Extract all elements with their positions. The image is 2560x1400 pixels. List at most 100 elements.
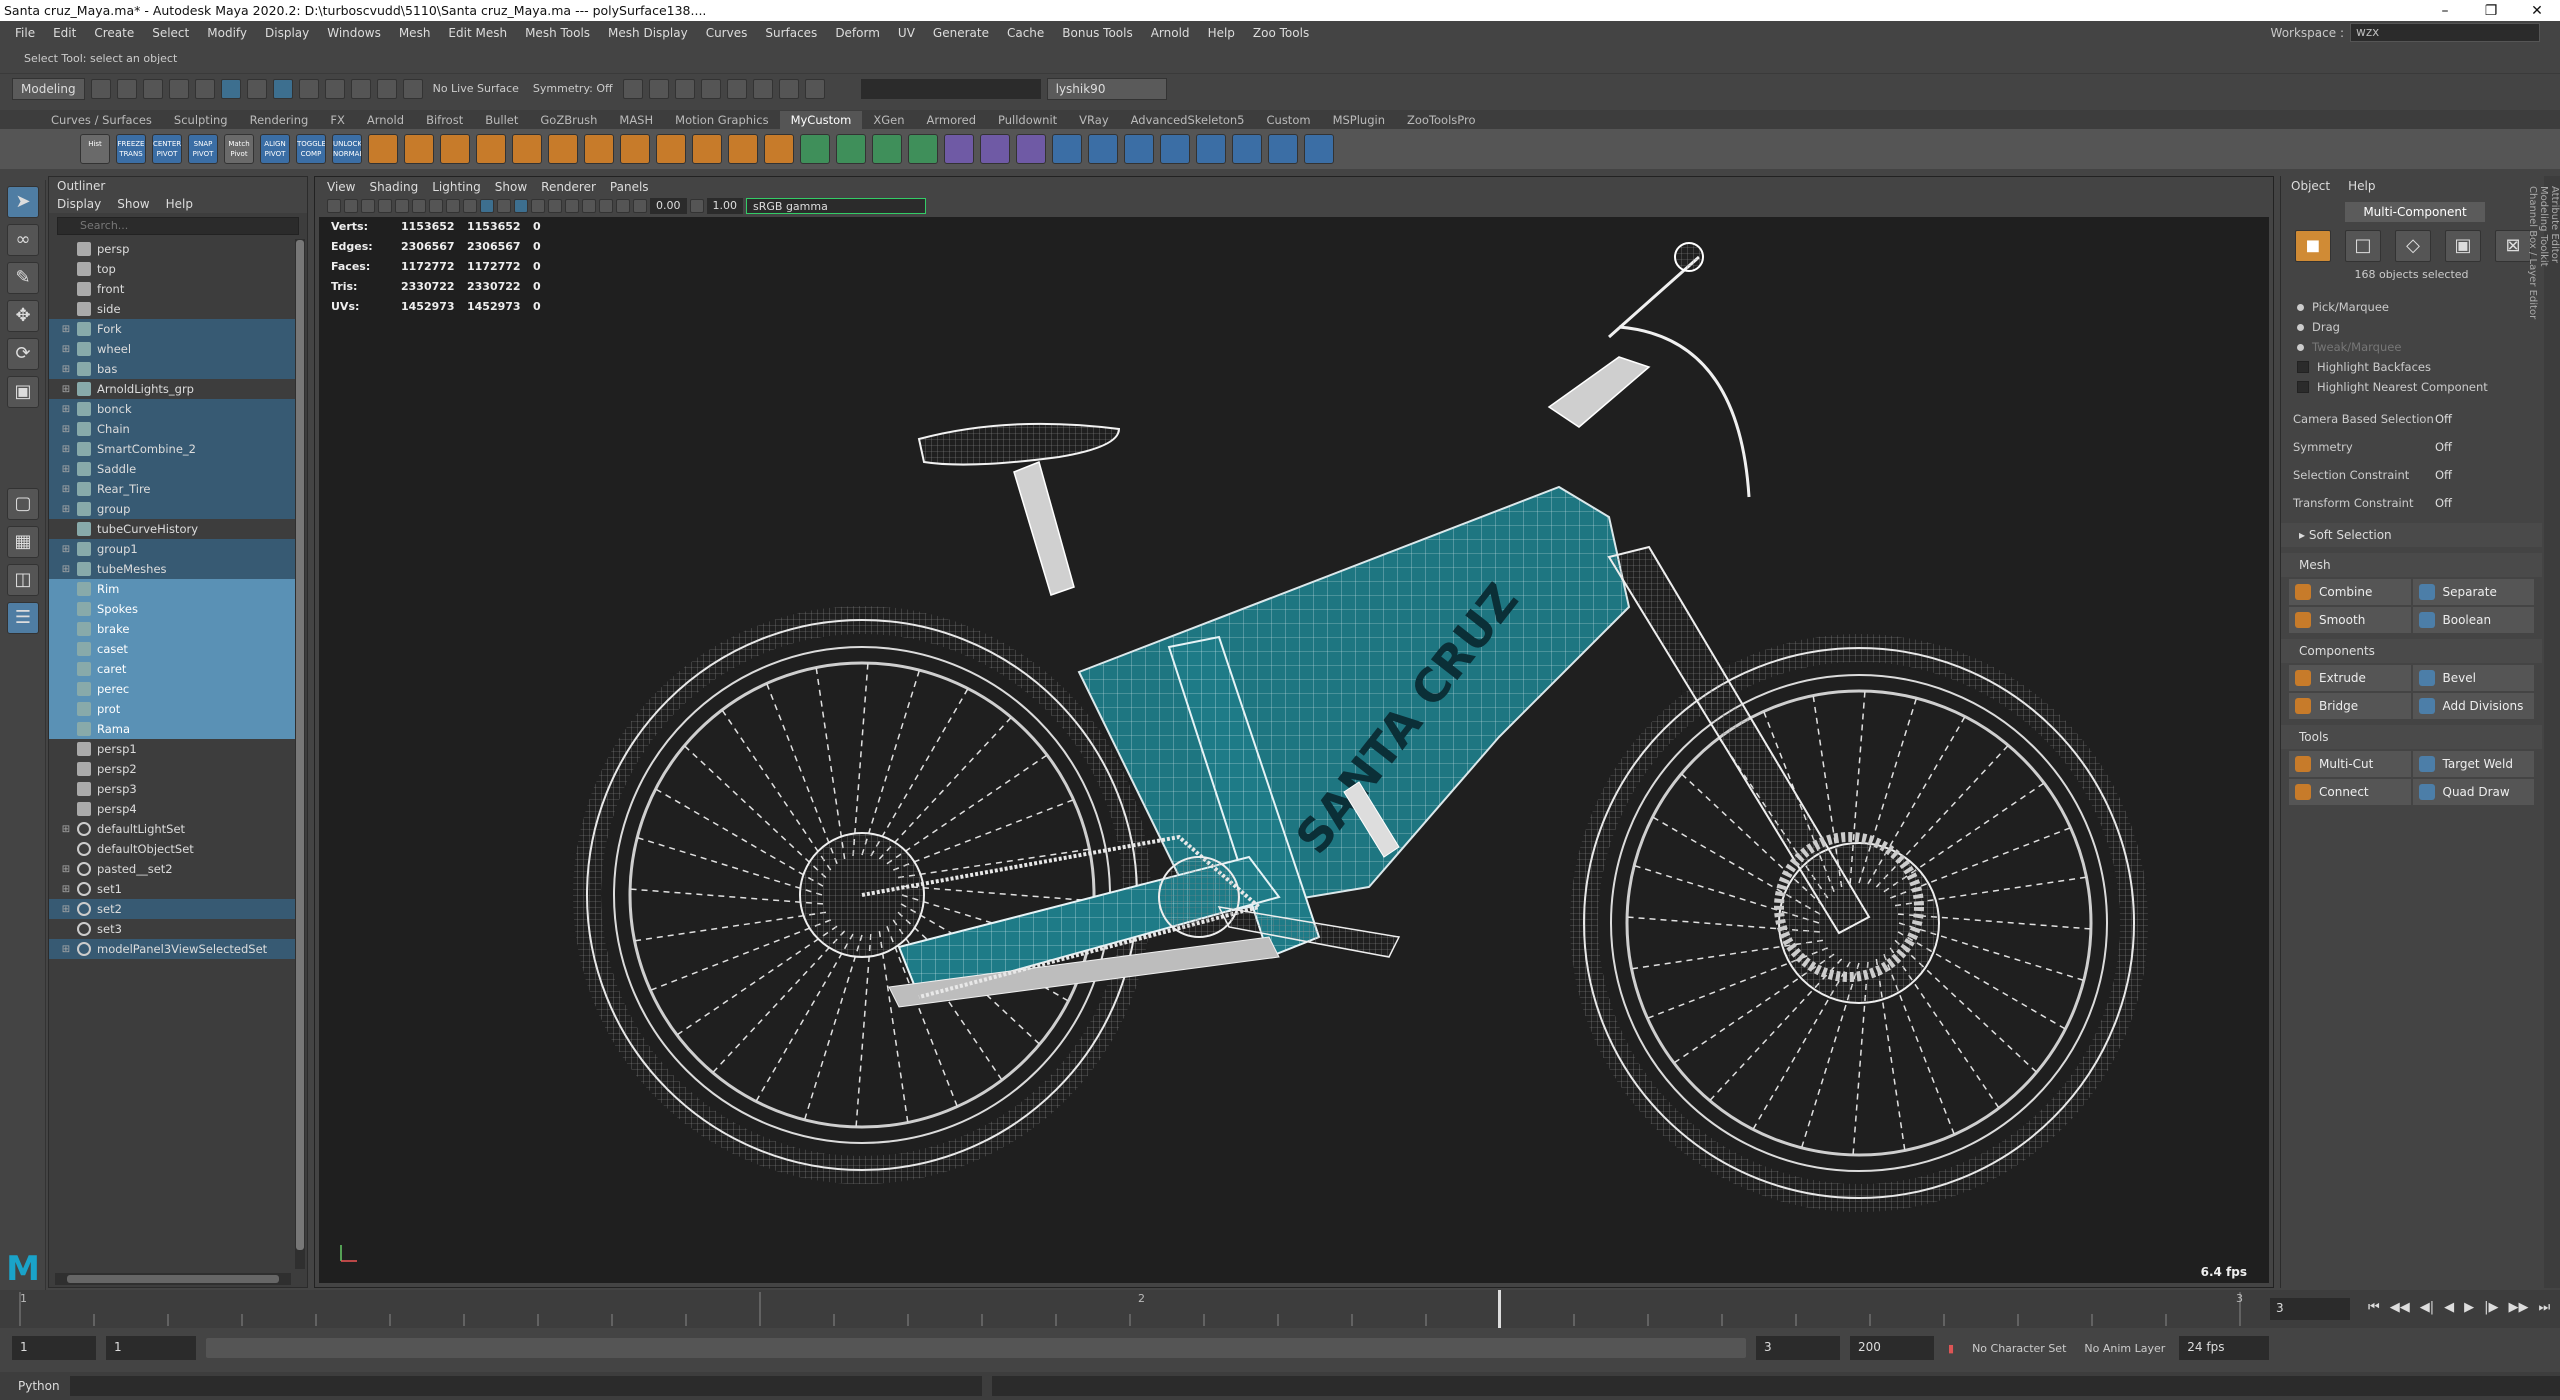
outliner-row[interactable]: tubeCurveHistory bbox=[49, 519, 295, 539]
outliner-row[interactable]: side bbox=[49, 299, 295, 319]
shelf-tool-23-icon[interactable] bbox=[1160, 134, 1190, 164]
menu-modify[interactable]: Modify bbox=[198, 26, 256, 40]
menu-uv[interactable]: UV bbox=[889, 26, 924, 40]
toolkit-tab-object[interactable]: Object bbox=[2291, 179, 2330, 193]
side-tab-modeling-toolkit[interactable]: Modeling Toolkit bbox=[2538, 186, 2549, 1258]
viewport-menu-lighting[interactable]: Lighting bbox=[432, 177, 481, 197]
shelf-tool-7-icon[interactable] bbox=[584, 134, 614, 164]
restore-icon[interactable]: ❐ bbox=[2468, 3, 2514, 19]
color-space-dropdown[interactable]: sRGB gamma bbox=[746, 198, 926, 214]
outliner-row[interactable]: ⊞ Chain bbox=[49, 419, 295, 439]
outliner-row[interactable]: persp bbox=[49, 239, 295, 259]
expand-icon[interactable]: ⊞ bbox=[59, 564, 73, 575]
setting-camera-based-selection[interactable]: Camera Based Selection Off bbox=[2293, 405, 2542, 433]
viewport-menu-shading[interactable]: Shading bbox=[369, 177, 418, 197]
animation-start-field[interactable]: 1 bbox=[12, 1336, 96, 1360]
viewport-canvas[interactable]: Verts: 1153652 1153652 0 Edges: 2306567 230656… bbox=[319, 217, 2269, 1283]
outliner-row[interactable]: ⊞ Rear_Tire bbox=[49, 479, 295, 499]
move-tool-icon[interactable]: ✥ bbox=[7, 300, 39, 332]
four-view-icon[interactable]: ▦ bbox=[7, 526, 39, 558]
outliner-horizontal-scrollbar[interactable] bbox=[55, 1273, 291, 1285]
shelf-tool-24-icon[interactable] bbox=[1196, 134, 1226, 164]
menu-edit-mesh[interactable]: Edit Mesh bbox=[439, 26, 516, 40]
shelf-tool-4-icon[interactable] bbox=[476, 134, 506, 164]
shelf-tool-8-icon[interactable] bbox=[620, 134, 650, 164]
xray-icon[interactable] bbox=[599, 199, 613, 213]
shelf-tab-sculpting[interactable]: Sculpting bbox=[163, 111, 239, 129]
expand-icon[interactable]: ⊞ bbox=[59, 464, 73, 475]
expand-icon[interactable]: ⊞ bbox=[59, 404, 73, 415]
shelf-tool-19-icon[interactable] bbox=[1016, 134, 1046, 164]
close-icon[interactable]: ✕ bbox=[2514, 3, 2560, 19]
option-highlight-nearest-component[interactable]: Highlight Nearest Component bbox=[2297, 377, 2542, 397]
save-scene-icon[interactable] bbox=[142, 78, 163, 99]
expand-icon[interactable]: ⊞ bbox=[59, 544, 73, 555]
rotate-tool-icon[interactable]: ⟳ bbox=[7, 338, 39, 370]
ambient-occlusion-icon[interactable] bbox=[582, 199, 596, 213]
shelf-tool-13-icon[interactable] bbox=[800, 134, 830, 164]
viewport-menu-show[interactable]: Show bbox=[495, 177, 527, 197]
connect-button[interactable]: Connect bbox=[2289, 779, 2411, 805]
command-input[interactable] bbox=[69, 1376, 983, 1396]
expand-icon[interactable]: ⊞ bbox=[59, 904, 73, 915]
shelf-center-pivot-button[interactable]: CENTER PIVOT bbox=[152, 134, 182, 164]
shelf-tab-motion-graphics[interactable]: Motion Graphics bbox=[664, 111, 779, 129]
outliner-row[interactable]: Spokes bbox=[49, 599, 295, 619]
step-forward-key-icon[interactable]: ▶▶ bbox=[2508, 1300, 2528, 1315]
menu-edit[interactable]: Edit bbox=[44, 26, 85, 40]
minimize-icon[interactable]: – bbox=[2422, 3, 2468, 19]
setting-value[interactable]: Off bbox=[2435, 468, 2452, 482]
wireframe-icon[interactable] bbox=[480, 199, 494, 213]
shelf-tab-xgen[interactable]: XGen bbox=[862, 111, 915, 129]
object-mode-icon[interactable]: ◼ bbox=[2295, 230, 2331, 262]
anim-layer-dropdown[interactable]: No Anim Layer bbox=[2080, 1342, 2169, 1355]
isolate-select-icon[interactable] bbox=[616, 199, 630, 213]
scale-tool-icon[interactable]: ▣ bbox=[7, 376, 39, 408]
resolution-gate-icon[interactable] bbox=[429, 199, 443, 213]
outliner-row[interactable]: ⊞ group bbox=[49, 499, 295, 519]
multi-cut-button[interactable]: Multi-Cut bbox=[2289, 751, 2411, 777]
expand-icon[interactable]: ⊞ bbox=[59, 424, 73, 435]
workspace-dropdown[interactable]: wzx bbox=[2350, 23, 2540, 42]
wireframe-on-shaded-icon[interactable] bbox=[514, 199, 528, 213]
shelf-tool-27-icon[interactable] bbox=[1304, 134, 1334, 164]
expand-icon[interactable]: ⊞ bbox=[59, 944, 73, 955]
expand-icon[interactable]: ⊞ bbox=[59, 384, 73, 395]
boolean-button[interactable]: Boolean bbox=[2412, 607, 2534, 633]
shelf-tab-pulldownit[interactable]: Pulldownit bbox=[987, 111, 1068, 129]
shelf-tool-22-icon[interactable] bbox=[1124, 134, 1154, 164]
expand-icon[interactable]: ⊞ bbox=[59, 824, 73, 835]
shelf-tool-21-icon[interactable] bbox=[1088, 134, 1118, 164]
shelf-tab-msplugin[interactable]: MSPlugin bbox=[1322, 111, 1396, 129]
face-mode-icon[interactable]: ▣ bbox=[2445, 230, 2481, 262]
outliner-row[interactable]: caset bbox=[49, 639, 295, 659]
shelf-tab-armored[interactable]: Armored bbox=[916, 111, 987, 129]
outliner-row[interactable]: ⊞ group1 bbox=[49, 539, 295, 559]
hypershade-icon[interactable] bbox=[752, 78, 773, 99]
outliner-row[interactable]: ⊞ defaultLightSet bbox=[49, 819, 295, 839]
menu-bonus-tools[interactable]: Bonus Tools bbox=[1053, 26, 1141, 40]
shelf-tool-11-icon[interactable] bbox=[728, 134, 758, 164]
target-weld-button[interactable]: Target Weld bbox=[2412, 751, 2534, 777]
separate-button[interactable]: Separate bbox=[2412, 579, 2534, 605]
outliner-row[interactable]: Rama bbox=[49, 719, 295, 739]
checkbox[interactable] bbox=[2297, 381, 2309, 393]
render-settings-icon[interactable] bbox=[726, 78, 747, 99]
camera-attributes-icon[interactable] bbox=[344, 199, 358, 213]
side-tab-channel-box-layer-editor[interactable]: Channel Box / Layer Editor bbox=[2527, 186, 2538, 1258]
outliner-row[interactable]: ⊞ bonck bbox=[49, 399, 295, 419]
outliner-row[interactable]: top bbox=[49, 259, 295, 279]
lights-icon[interactable] bbox=[548, 199, 562, 213]
menu-create[interactable]: Create bbox=[85, 26, 143, 40]
expand-icon[interactable]: ⊞ bbox=[59, 344, 73, 355]
expand-icon[interactable]: ⊞ bbox=[59, 364, 73, 375]
shelf-align-pivot-button[interactable]: ALIGN PIVOT bbox=[260, 134, 290, 164]
menu-zoo-tools[interactable]: Zoo Tools bbox=[1244, 26, 1318, 40]
lock-selection-icon[interactable] bbox=[298, 78, 319, 99]
setting-value[interactable]: Off bbox=[2435, 440, 2452, 454]
vertex-mode-icon[interactable]: □ bbox=[2345, 230, 2381, 262]
setting-value[interactable]: Off bbox=[2435, 412, 2452, 426]
section-mesh[interactable]: Mesh bbox=[2281, 553, 2542, 577]
shadows-icon[interactable] bbox=[565, 199, 579, 213]
menu-arnold[interactable]: Arnold bbox=[1142, 26, 1199, 40]
